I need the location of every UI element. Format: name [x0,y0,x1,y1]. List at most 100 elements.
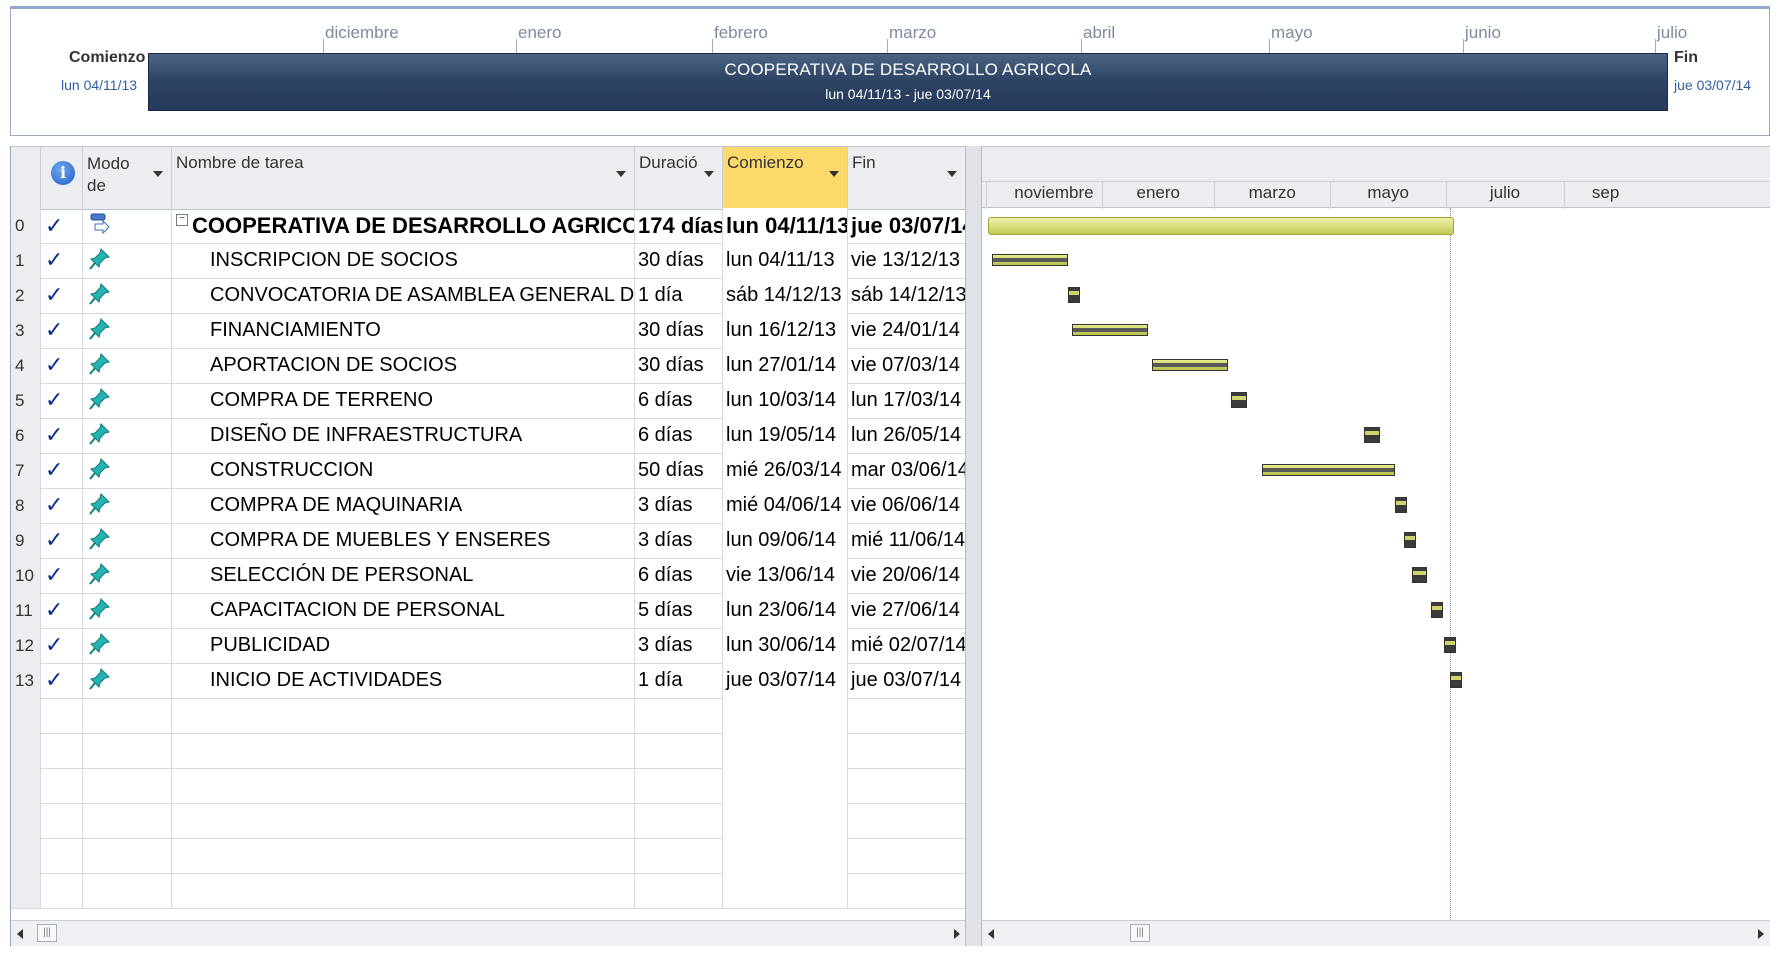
indicator-cell[interactable]: ✓ [41,663,83,698]
indicator-cell[interactable]: ✓ [41,278,83,313]
header-duration[interactable]: Duració [635,147,723,209]
indicator-cell[interactable]: ✓ [41,243,83,278]
duration-cell[interactable]: 30 días [635,348,723,383]
indicator-cell[interactable] [41,768,83,803]
task-bar[interactable] [1430,602,1443,618]
finish-cell[interactable] [848,768,966,803]
empty-row[interactable] [11,803,966,839]
finish-cell[interactable]: vie 24/01/14 [848,313,966,348]
empty-row[interactable] [11,768,966,804]
task-mode-cell[interactable] [83,348,172,383]
duration-cell[interactable]: 6 días [635,383,723,418]
task-mode-cell[interactable] [83,663,172,698]
duration-cell[interactable]: 50 días [635,453,723,488]
finish-cell[interactable] [848,733,966,768]
task-mode-cell[interactable] [83,523,172,558]
task-mode-cell[interactable] [83,418,172,453]
start-cell[interactable]: lun 09/06/14 [723,523,848,558]
task-mode-cell[interactable] [83,558,172,593]
scroll-left-icon[interactable] [988,929,994,939]
task-bar[interactable] [1151,359,1228,371]
task-name-cell[interactable]: COMPRA DE MUEBLES Y ENSERES [172,523,635,558]
task-mode-cell[interactable] [83,768,172,803]
start-cell[interactable]: lun 04/11/13 [723,208,848,243]
task-name-cell[interactable]: APORTACION DE SOCIOS [172,348,635,383]
start-cell[interactable]: lun 27/01/14 [723,348,848,383]
table-row[interactable]: 4 ✓ APORTACION DE SOCIOS 30 días lun 27/01/1… [11,348,966,384]
task-mode-cell[interactable] [83,488,172,523]
duration-cell[interactable] [635,733,723,768]
finish-cell[interactable]: vie 13/12/13 [848,243,966,278]
task-bar[interactable] [1404,532,1417,548]
task-name-cell[interactable] [172,768,635,803]
task-mode-cell[interactable] [83,243,172,278]
task-name-cell[interactable]: COMPRA DE TERRENO [172,383,635,418]
finish-cell[interactable]: lun 26/05/14 [848,418,966,453]
indicator-cell[interactable]: ✓ [41,593,83,628]
duration-cell[interactable]: 3 días [635,523,723,558]
task-bar[interactable] [992,254,1068,266]
duration-cell[interactable]: 6 días [635,418,723,453]
table-row[interactable]: 3 ✓ FINANCIAMIENTO 30 días lun 16/12/13 vie 2… [11,313,966,349]
duration-cell[interactable]: 30 días [635,313,723,348]
task-mode-cell[interactable] [83,593,172,628]
table-row[interactable]: 5 ✓ COMPRA DE TERRENO 6 días lun 10/03/14 lun… [11,383,966,419]
dropdown-arrow-icon[interactable] [947,171,957,177]
task-bar[interactable] [1394,497,1407,513]
start-cell[interactable] [723,733,848,768]
task-mode-cell[interactable] [83,208,172,243]
indicator-cell[interactable] [41,838,83,873]
table-row[interactable]: 7 ✓ CONSTRUCCION 50 días mié 26/03/14 mar 03/… [11,453,966,489]
start-cell[interactable]: vie 13/06/14 [723,558,848,593]
table-row[interactable]: 0 ✓ − COOPERATIVA DE DESARROLLO AGRICOLA 174… [11,208,966,244]
duration-cell[interactable]: 174 días [635,208,723,243]
indicator-cell[interactable]: ✓ [41,453,83,488]
duration-cell[interactable]: 1 día [635,278,723,313]
task-bar[interactable] [1444,637,1457,653]
duration-cell[interactable]: 1 día [635,663,723,698]
task-name-cell[interactable]: INICIO DE ACTIVIDADES [172,663,635,698]
dropdown-arrow-icon[interactable] [829,171,839,177]
start-cell[interactable] [723,803,848,838]
task-bar[interactable] [1411,567,1428,583]
finish-cell[interactable] [848,838,966,873]
task-bar[interactable] [1261,464,1395,476]
table-row[interactable]: 11 ✓ CAPACITACION DE PERSONAL 5 días lun 23/… [11,593,966,629]
duration-cell[interactable]: 5 días [635,593,723,628]
scroll-right-icon[interactable] [954,929,960,939]
collapse-toggle-icon[interactable]: − [176,214,188,226]
finish-cell[interactable]: vie 20/06/14 [848,558,966,593]
table-row[interactable]: 10 ✓ SELECCIÓN DE PERSONAL 6 días vie 13/06/… [11,558,966,594]
summary-task-bar[interactable] [988,217,1454,235]
dropdown-arrow-icon[interactable] [153,171,163,177]
finish-cell[interactable]: mié 11/06/14 [848,523,966,558]
start-cell[interactable]: lun 16/12/13 [723,313,848,348]
task-mode-cell[interactable] [83,733,172,768]
scroll-thumb[interactable]: ||| [1130,924,1150,942]
start-cell[interactable]: sáb 14/12/13 [723,278,848,313]
start-cell[interactable]: lun 04/11/13 [723,243,848,278]
finish-cell[interactable]: jue 03/07/14 [848,663,966,698]
indicator-cell[interactable] [41,803,83,838]
start-cell[interactable]: lun 19/05/14 [723,418,848,453]
indicator-cell[interactable] [41,698,83,733]
start-cell[interactable]: mié 26/03/14 [723,453,848,488]
gantt-chart[interactable]: noviembre enero marzo mayo julio sep ||| [982,146,1770,946]
task-name-cell[interactable]: PUBLICIDAD [172,628,635,663]
empty-row[interactable] [11,873,966,909]
empty-row[interactable] [11,733,966,769]
finish-cell[interactable]: vie 06/06/14 [848,488,966,523]
task-name-cell[interactable] [172,873,635,908]
task-bar[interactable] [1068,287,1080,303]
finish-cell[interactable]: sáb 14/12/13 [848,278,966,313]
finish-cell[interactable] [848,698,966,733]
task-name-cell[interactable]: CAPACITACION DE PERSONAL [172,593,635,628]
task-mode-cell[interactable] [83,628,172,663]
view-splitter[interactable] [965,146,982,946]
task-name-cell[interactable]: FINANCIAMIENTO [172,313,635,348]
table-row[interactable]: 2✓ CONVOCATORIA DE ASAMBLEA GENERAL DE SO… [11,278,966,314]
indicator-cell[interactable]: ✓ [41,313,83,348]
scroll-left-icon[interactable] [17,929,23,939]
task-bar[interactable] [1071,324,1148,336]
start-cell[interactable] [723,873,848,908]
